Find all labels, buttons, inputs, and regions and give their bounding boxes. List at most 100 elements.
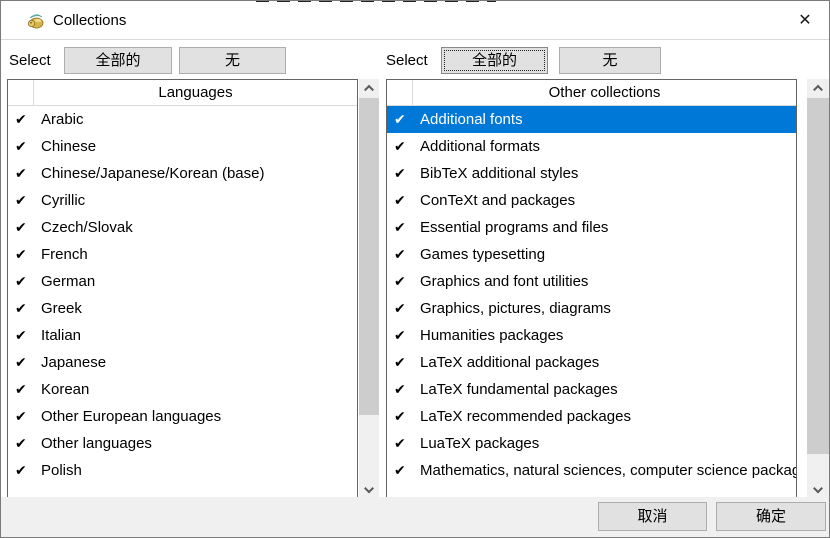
list-item[interactable]: ✔Chinese xyxy=(8,133,357,160)
list-item-label: Italian xyxy=(35,322,81,349)
list-item-label: Additional formats xyxy=(414,133,540,160)
checkmark-icon: ✔ xyxy=(8,349,35,376)
scroll-up-icon[interactable] xyxy=(359,79,379,96)
list-item-label: Arabic xyxy=(35,106,84,133)
list-item[interactable]: ✔Graphics and font utilities xyxy=(387,268,796,295)
texlive-app-icon xyxy=(26,11,46,31)
list-item-label: German xyxy=(35,268,95,295)
other-collections-scrollbar[interactable] xyxy=(807,79,829,498)
list-item-label: Chinese/Japanese/Korean (base) xyxy=(35,160,264,187)
select-label-left: Select xyxy=(9,47,51,74)
languages-list-header[interactable]: Languages xyxy=(8,80,357,106)
close-icon[interactable]: ✕ xyxy=(789,6,821,36)
list-item[interactable]: ✔Essential programs and files xyxy=(387,214,796,241)
checkmark-icon: ✔ xyxy=(8,295,35,322)
checkmark-icon: ✔ xyxy=(387,106,414,133)
list-item[interactable]: ✔Games typesetting xyxy=(387,241,796,268)
list-item[interactable]: ✔Other European languages xyxy=(8,403,357,430)
list-item[interactable]: ✔LuaTeX packages xyxy=(387,430,796,457)
checkmark-icon: ✔ xyxy=(8,403,35,430)
checkmark-icon: ✔ xyxy=(387,403,414,430)
list-item-label: French xyxy=(35,241,88,268)
checkmark-icon: ✔ xyxy=(8,322,35,349)
list-item[interactable]: ✔French xyxy=(8,241,357,268)
list-item[interactable]: ✔LaTeX recommended packages xyxy=(387,403,796,430)
collections-dialog: Collections ✕ Select 全部的 无 Select 全部的 无 … xyxy=(0,0,830,538)
list-item-label: Humanities packages xyxy=(414,322,563,349)
list-item[interactable]: ✔Polish xyxy=(8,457,357,484)
checkmark-icon: ✔ xyxy=(8,160,35,187)
checkmark-icon: ✔ xyxy=(8,457,35,484)
languages-rows: ✔Arabic✔Chinese✔Chinese/Japanese/Korean … xyxy=(8,106,357,484)
checkmark-icon: ✔ xyxy=(387,268,414,295)
checkmark-icon: ✔ xyxy=(387,160,414,187)
list-item[interactable]: ✔LaTeX additional packages xyxy=(387,349,796,376)
checkmark-icon: ✔ xyxy=(8,376,35,403)
list-item[interactable]: ✔Additional formats xyxy=(387,133,796,160)
dialog-footer: 取消 确定 xyxy=(1,497,829,537)
list-item-label: Other languages xyxy=(35,430,152,457)
list-item[interactable]: ✔BibTeX additional styles xyxy=(387,160,796,187)
list-item[interactable]: ✔Graphics, pictures, diagrams xyxy=(387,295,796,322)
list-item[interactable]: ✔Arabic xyxy=(8,106,357,133)
cancel-button[interactable]: 取消 xyxy=(598,502,707,531)
list-item[interactable]: ✔ConTeXt and packages xyxy=(387,187,796,214)
list-item[interactable]: ✔Czech/Slovak xyxy=(8,214,357,241)
list-item[interactable]: ✔Additional fonts xyxy=(387,106,796,133)
list-item-label: Japanese xyxy=(35,349,106,376)
list-item[interactable]: ✔Japanese xyxy=(8,349,357,376)
list-item-label: BibTeX additional styles xyxy=(414,160,578,187)
list-item-label: LaTeX recommended packages xyxy=(414,403,631,430)
header-separator xyxy=(33,80,34,106)
list-item[interactable]: ✔Mathematics, natural sciences, computer… xyxy=(387,457,796,484)
list-item[interactable]: ✔Other languages xyxy=(8,430,357,457)
scrollbar-thumb[interactable] xyxy=(807,98,829,454)
list-item-label: Essential programs and files xyxy=(414,214,608,241)
checkmark-icon: ✔ xyxy=(387,376,414,403)
list-item[interactable]: ✔Cyrillic xyxy=(8,187,357,214)
list-item-label: Polish xyxy=(35,457,82,484)
checkmark-icon: ✔ xyxy=(8,106,35,133)
ok-button[interactable]: 确定 xyxy=(716,502,826,531)
scroll-down-icon[interactable] xyxy=(359,481,379,498)
scroll-up-icon[interactable] xyxy=(807,79,829,96)
list-item-label: Graphics and font utilities xyxy=(414,268,588,295)
checkmark-icon: ✔ xyxy=(8,214,35,241)
checkmark-icon: ✔ xyxy=(387,295,414,322)
window-title: Collections xyxy=(53,2,126,40)
list-item[interactable]: ✔LaTeX fundamental packages xyxy=(387,376,796,403)
list-item[interactable]: ✔Italian xyxy=(8,322,357,349)
header-separator xyxy=(412,80,413,106)
list-item-label: Cyrillic xyxy=(35,187,85,214)
list-item[interactable]: ✔German xyxy=(8,268,357,295)
select-all-button-right[interactable]: 全部的 xyxy=(441,47,548,74)
languages-list[interactable]: Languages ✔Arabic✔Chinese✔Chinese/Japane… xyxy=(7,79,358,498)
checkmark-icon: ✔ xyxy=(8,133,35,160)
select-all-button-left[interactable]: 全部的 xyxy=(64,47,172,74)
list-item-label: Korean xyxy=(35,376,89,403)
list-item-label: Czech/Slovak xyxy=(35,214,133,241)
list-item-label: Graphics, pictures, diagrams xyxy=(414,295,611,322)
list-item-label: Games typesetting xyxy=(414,241,545,268)
checkmark-icon: ✔ xyxy=(387,214,414,241)
checkmark-icon: ✔ xyxy=(387,349,414,376)
list-item[interactable]: ✔Humanities packages xyxy=(387,322,796,349)
select-none-button-left[interactable]: 无 xyxy=(179,47,286,74)
list-item-label: Greek xyxy=(35,295,82,322)
checkmark-icon: ✔ xyxy=(8,430,35,457)
scrollbar-thumb[interactable] xyxy=(359,98,379,415)
scroll-down-icon[interactable] xyxy=(807,481,829,498)
other-collections-list[interactable]: Other collections ✔Additional fonts✔Addi… xyxy=(386,79,797,498)
other-collections-list-header[interactable]: Other collections xyxy=(387,80,796,106)
list-item-label: LaTeX additional packages xyxy=(414,349,599,376)
list-item-label: Additional fonts xyxy=(414,106,523,133)
checkmark-icon: ✔ xyxy=(387,430,414,457)
list-item[interactable]: ✔Korean xyxy=(8,376,357,403)
list-item[interactable]: ✔Chinese/Japanese/Korean (base) xyxy=(8,160,357,187)
list-item[interactable]: ✔Greek xyxy=(8,295,357,322)
select-none-button-right[interactable]: 无 xyxy=(559,47,661,74)
list-item-label: LaTeX fundamental packages xyxy=(414,376,618,403)
checkmark-icon: ✔ xyxy=(8,187,35,214)
languages-scrollbar[interactable] xyxy=(359,79,379,498)
checkmark-icon: ✔ xyxy=(387,322,414,349)
